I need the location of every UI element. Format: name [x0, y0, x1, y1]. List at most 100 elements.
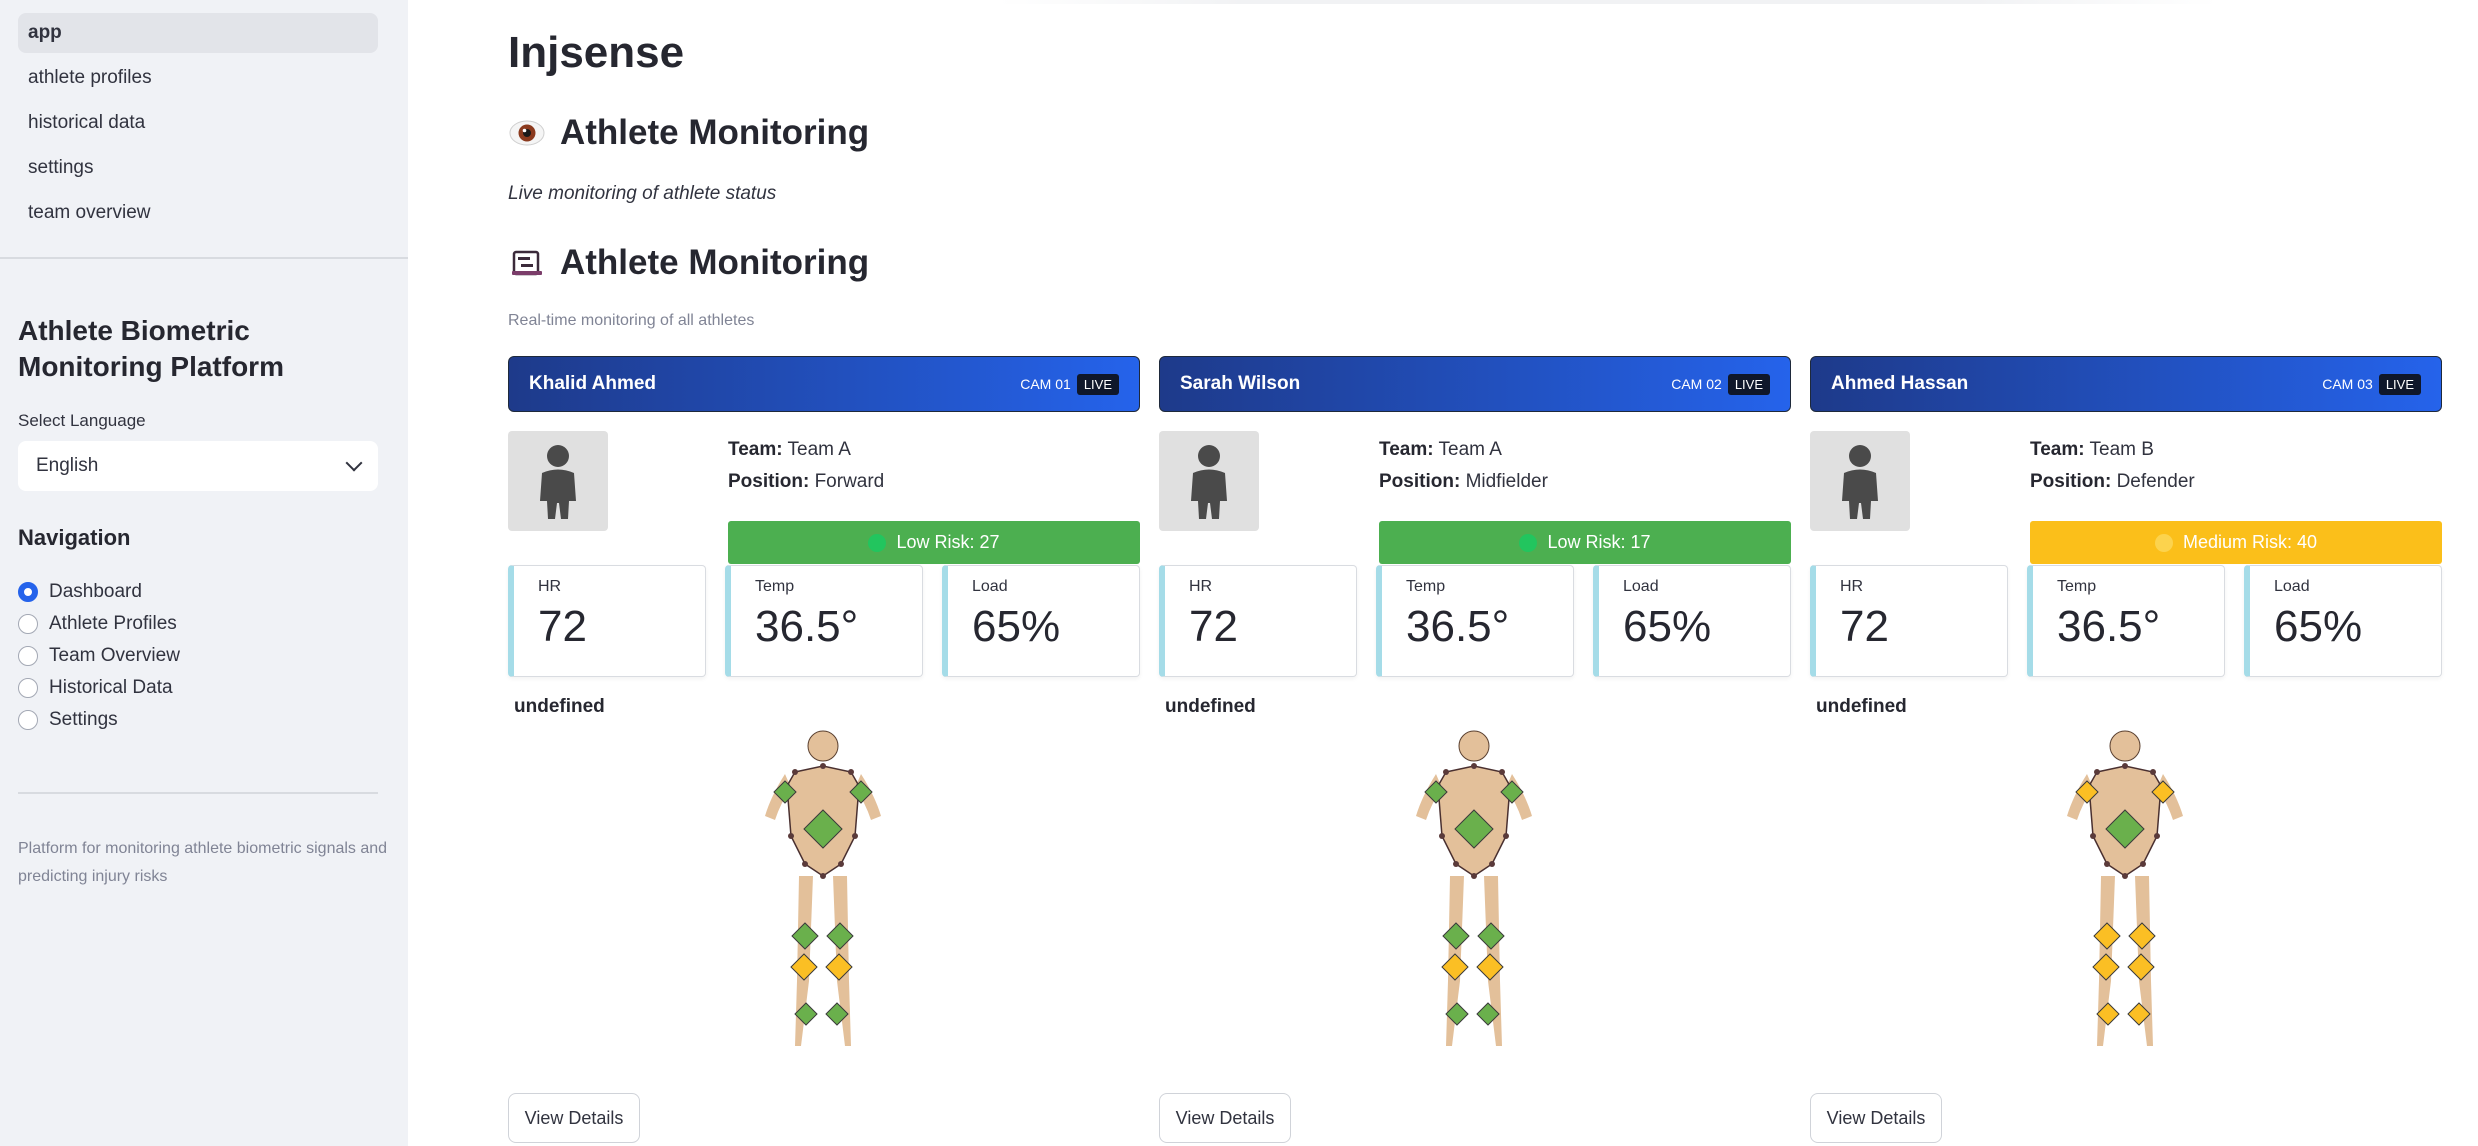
- sidebar-footer-text: Platform for monitoring athlete biometri…: [18, 840, 388, 885]
- radio-selected-icon: [18, 582, 38, 602]
- section-heading-live: Athlete Monitoring: [508, 113, 869, 153]
- status-text: undefined: [514, 696, 605, 717]
- risk-text: Medium Risk: 40: [2182, 532, 2318, 552]
- position-value: Midfielder: [1465, 471, 1548, 492]
- view-details-button[interactable]: View Details: [1810, 1093, 1942, 1143]
- risk-dot-icon: [2154, 533, 2173, 552]
- metric-value: 72: [1840, 602, 1889, 651]
- position-row: Position: Defender: [2030, 466, 2195, 498]
- position-row: Position: Forward: [728, 466, 884, 498]
- person-icon: [1842, 445, 1878, 519]
- metric-label: Load: [2274, 578, 2310, 595]
- metric-label: Load: [972, 578, 1008, 595]
- metric-value: 65%: [972, 602, 1061, 651]
- body-sensor-map: [2067, 730, 2183, 1046]
- sensor-left-thigh: [2093, 922, 2121, 950]
- athlete-card-header: Sarah Wilson CAM 02 LIVE: [1159, 356, 1791, 412]
- risk-badge: Medium Risk: 40: [2030, 521, 2442, 564]
- metric-value: 72: [538, 602, 587, 651]
- live-badge: LIVE: [2378, 373, 2421, 395]
- language-value: English: [36, 455, 99, 476]
- athlete-card: Khalid Ahmed CAM 01 LIVE Team: Team A Po…: [508, 356, 1140, 1146]
- view-details-button[interactable]: View Details: [508, 1093, 640, 1143]
- view-details-button[interactable]: View Details: [1159, 1093, 1291, 1143]
- position-label: Position:: [2030, 471, 2112, 492]
- app-title: Injsense: [508, 28, 685, 77]
- sensor-right-thigh: [1477, 922, 1505, 950]
- sensor-left-knee: [2092, 953, 2120, 981]
- athlete-card: Ahmed Hassan CAM 03 LIVE Team: Team B Po…: [1810, 356, 2442, 1146]
- team-label: Team:: [728, 439, 783, 460]
- position-value: Defender: [2116, 471, 2195, 492]
- metric-label: HR: [538, 578, 562, 595]
- radio-unselected-icon: [18, 710, 38, 730]
- camera-label: CAM 02: [1671, 376, 1722, 392]
- athlete-card-header: Ahmed Hassan CAM 03 LIVE: [1810, 356, 2442, 412]
- page-link-team-overview[interactable]: team overview: [18, 193, 378, 233]
- metric-value: 65%: [2274, 602, 2363, 651]
- camera-icon: [512, 250, 542, 276]
- nav-radio-label: Dashboard: [49, 581, 142, 602]
- metric-card-temp: Temp 36.5°: [1376, 565, 1574, 677]
- risk-text: Low Risk: 27: [896, 532, 1000, 552]
- page-link-app[interactable]: app: [18, 13, 378, 53]
- sensor-left-thigh: [1442, 922, 1470, 950]
- nav-radio-team-overview[interactable]: Team Overview: [18, 640, 180, 672]
- nav-radio-label: Athlete Profiles: [49, 613, 177, 634]
- sensor-right-thigh: [2128, 922, 2156, 950]
- risk-badge: Low Risk: 27: [728, 521, 1140, 564]
- metric-label: Temp: [2057, 578, 2097, 595]
- sidebar-title: Athlete Biometric Monitoring Platform: [18, 315, 284, 382]
- metric-card-hr: HR 72: [508, 565, 706, 677]
- section-caption: Real-time monitoring of all athletes: [508, 312, 755, 329]
- chevron-down-icon: [345, 454, 363, 472]
- metric-label: Temp: [1406, 578, 1446, 595]
- avatar: [1810, 431, 1910, 531]
- avatar: [508, 431, 608, 531]
- metric-label: HR: [1840, 578, 1864, 595]
- body-sensor-map: [765, 730, 881, 1046]
- position-row: Position: Midfielder: [1379, 466, 1548, 498]
- team-label: Team:: [1379, 439, 1434, 460]
- metric-value: 72: [1189, 602, 1238, 651]
- athlete-name: Khalid Ahmed: [529, 373, 657, 394]
- status-text: undefined: [1165, 696, 1256, 717]
- position-label: Position:: [728, 471, 810, 492]
- radio-unselected-icon: [18, 614, 38, 634]
- person-icon: [1191, 445, 1227, 519]
- sensor-left-thigh: [791, 922, 819, 950]
- nav-radio-dashboard[interactable]: Dashboard: [18, 576, 180, 608]
- metric-card-temp: Temp 36.5°: [2027, 565, 2225, 677]
- team-label: Team:: [2030, 439, 2085, 460]
- page-link-athlete-profiles[interactable]: athlete profiles: [18, 58, 378, 98]
- metric-card-hr: HR 72: [1810, 565, 2008, 677]
- page-nav: app athlete profiles historical data set…: [0, 0, 408, 233]
- nav-radio-historical-data[interactable]: Historical Data: [18, 672, 180, 704]
- eye-icon: [509, 120, 545, 146]
- language-select[interactable]: English: [18, 441, 378, 491]
- sidebar: app athlete profiles historical data set…: [0, 0, 408, 1146]
- sensor-left-knee: [1441, 953, 1469, 981]
- page-link-historical-data[interactable]: historical data: [18, 103, 378, 143]
- position-value: Forward: [814, 471, 885, 492]
- nav-radio-settings[interactable]: Settings: [18, 704, 180, 736]
- metric-value: 36.5°: [1406, 602, 1510, 651]
- page-link-settings[interactable]: settings: [18, 148, 378, 188]
- athlete-card: Sarah Wilson CAM 02 LIVE Team: Team A Po…: [1159, 356, 1791, 1146]
- section-title: Athlete Monitoring: [560, 113, 870, 152]
- risk-badge: Low Risk: 17: [1379, 521, 1791, 564]
- main-content: Injsense Athlete Monitoring Live monitor…: [408, 0, 2478, 1146]
- status-text: undefined: [1816, 696, 1907, 717]
- metric-label: Load: [1623, 578, 1659, 595]
- radio-unselected-icon: [18, 678, 38, 698]
- camera-label: CAM 01: [1020, 376, 1071, 392]
- person-icon: [540, 445, 576, 519]
- nav-radio-athlete-profiles[interactable]: Athlete Profiles: [18, 608, 180, 640]
- sensor-right-thigh: [826, 922, 854, 950]
- risk-text: Low Risk: 17: [1547, 532, 1651, 552]
- metric-value: 65%: [1623, 602, 1712, 651]
- sensor-left-knee: [790, 953, 818, 981]
- nav-radio-label: Historical Data: [49, 677, 173, 698]
- nav-radio-label: Team Overview: [49, 645, 180, 666]
- team-value: Team B: [2089, 439, 2154, 460]
